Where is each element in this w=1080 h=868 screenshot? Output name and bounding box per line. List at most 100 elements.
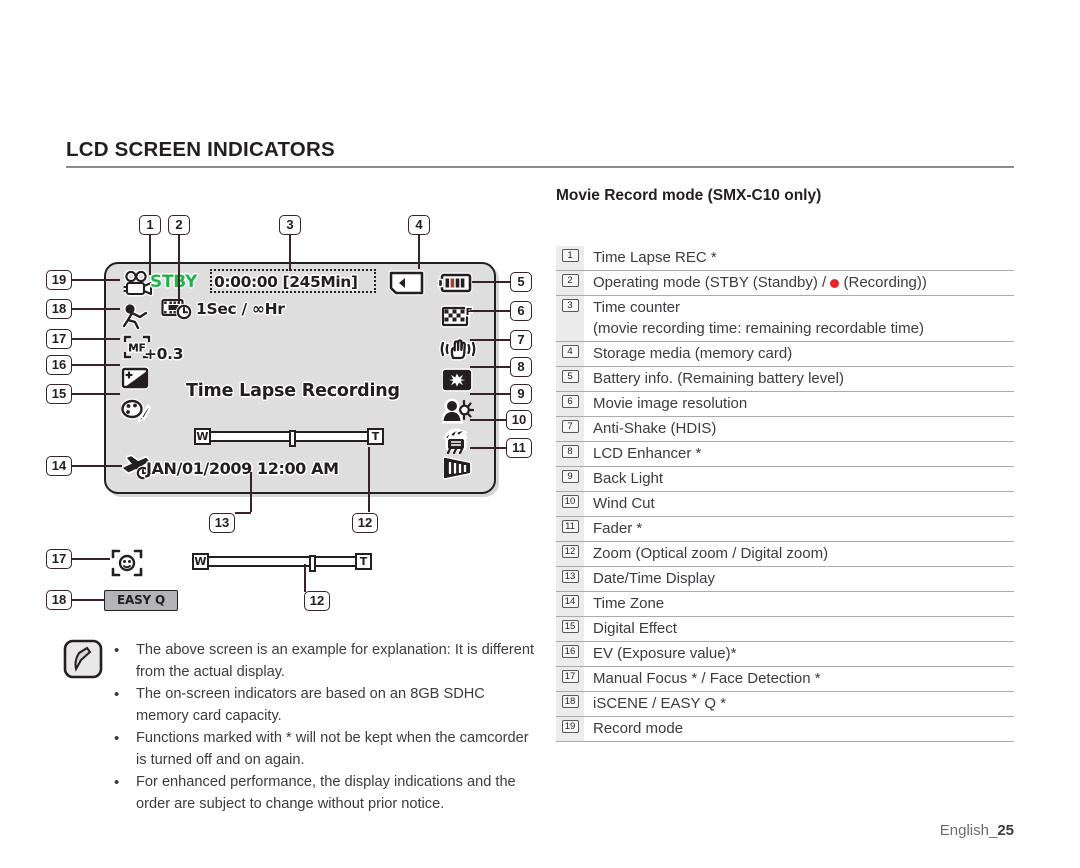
indicator-label: Movie image resolution [593,395,748,412]
indicator-label: Zoom (Optical zoom / Digital zoom) [593,545,829,562]
time-lapse-interval: 1Sec / ∞Hr [196,300,285,318]
indicator-number: 15 [556,617,584,641]
movie-resolution-icon: F F [440,304,477,335]
indicator-row: 10 Wind Cut [556,492,1014,517]
indicator-row: 7 Anti-Shake (HDIS) [556,417,1014,442]
note-text: The on-screen indicators are based on an… [136,686,485,724]
time-lapse-icon [160,297,193,326]
exposure-value-icon [120,366,150,395]
indicator-label: Digital Effect [593,620,677,637]
indicator-row: 1 Time Lapse REC * [556,246,1014,271]
leader-12-secondary [304,564,306,592]
zoom-wide-label: W [194,428,211,445]
indicator-row: 4 Storage media (memory card) [556,342,1014,367]
indicator-row: 17 Manual Focus * / Face Detection * [556,667,1014,692]
leader-3 [289,235,291,271]
recording-mode-text: Time Lapse Recording [186,381,400,401]
indicator-number: 9 [556,467,584,491]
callout-5: 5 [510,272,532,292]
callout-1: 1 [139,215,161,235]
callout-17: 17 [46,329,72,349]
leader-18-secondary [72,599,104,601]
callout-2: 2 [168,215,190,235]
memory-card-icon [388,270,428,303]
leader-1 [149,235,151,275]
svg-text:F: F [466,307,473,318]
section-heading: Movie Record mode (SMX-C10 only) [556,187,822,204]
callout-8: 8 [510,357,532,377]
leader-6 [470,310,510,312]
zoom-thumb [289,430,296,447]
iscene-sports-icon [121,303,152,335]
callout-4: 4 [408,215,430,235]
indicator-number: 3 [556,296,584,341]
indicator-number: 12 [556,542,584,566]
indicator-row: 6 Movie image resolution [556,392,1014,417]
indicator-list: 1 Time Lapse REC * 2 Operating mode (STBY (… [556,246,1014,742]
ev-value: +0.3 [144,345,184,363]
lcd-screen-preview: MF MF STBY 0:00:00 [245Min] 1Sec / ∞Hr +… [104,262,496,494]
leader-14 [72,465,122,467]
leader-12 [368,447,370,512]
zoom-tele-label-secondary: T [355,553,372,570]
indicator-number: 19 [556,717,584,741]
indicator-row: 11 Fader * [556,517,1014,542]
indicator-label: Record mode [593,720,684,737]
page-title: LCD SCREEN INDICATORS [66,138,335,161]
indicator-row: 3 Time counter (movie recording time: rema… [556,296,1014,342]
easy-q-badge: EASY Q [104,590,178,611]
indicator-label: Time counter (movie recording time: remai… [593,299,924,337]
movie-camera-icon [120,269,154,305]
leader-8 [470,366,510,368]
leader-7 [470,339,510,341]
callout-12: 12 [352,513,378,533]
digital-effect-icon [120,398,152,429]
indicator-number: 8 [556,442,584,466]
callout-3: 3 [279,215,301,235]
callout-11: 11 [506,438,532,458]
wind-cut-icon [442,428,476,459]
indicator-row: 15 Digital Effect [556,617,1014,642]
leader-11 [470,447,506,449]
indicator-number: 2 [556,271,584,295]
indicator-label: iSCENE / EASY Q * [593,695,727,712]
callout-18: 18 [46,299,72,319]
indicator-number: 4 [556,342,584,366]
callout-15: 15 [46,384,72,404]
note-item: • For enhanced performance, the display i… [110,772,540,815]
callout-6: 6 [510,301,532,321]
face-detection-icon [110,548,144,583]
note-bullet-icon: • [114,686,120,703]
title-divider [66,166,1014,168]
callout-14: 14 [46,456,72,476]
indicator-number: 1 [556,246,584,270]
back-light-icon [440,398,476,429]
leader-13 [250,472,252,512]
callout-7: 7 [510,330,532,350]
callout-13: 13 [209,513,235,533]
page-footer: English_25 [940,822,1014,839]
note-bullet-icon: • [114,730,120,747]
note-text: Functions marked with * will not be kept… [136,730,529,768]
indicator-row: 2 Operating mode (STBY (Standby) / (Recor… [556,271,1014,296]
indicator-number: 13 [556,567,584,591]
callout-19: 19 [46,270,72,290]
note-text: For enhanced performance, the display in… [136,774,516,812]
zoom-bar-secondary: W T [192,553,372,572]
note-item: • The on-screen indicators are based on a… [110,684,540,727]
callout-16: 16 [46,355,72,375]
indicator-row: 12 Zoom (Optical zoom / Digital zoom) [556,542,1014,567]
indicator-label: Fader * [593,520,643,537]
leader-17-secondary [72,558,110,560]
anti-shake-icon [439,336,477,367]
indicator-row: 16 EV (Exposure value)* [556,642,1014,667]
operating-mode-indicator: STBY [150,272,197,292]
leader-17 [72,338,120,340]
indicator-label: Operating mode (STBY (Standby) / (Record… [593,274,927,291]
zoom-track-secondary [209,555,355,572]
indicator-label: Date/Time Display [593,570,715,587]
leader-16 [72,364,120,366]
battery-icon [437,271,475,302]
zoom-tele-label: T [367,428,384,445]
indicator-row: 18 iSCENE / EASY Q * [556,692,1014,717]
